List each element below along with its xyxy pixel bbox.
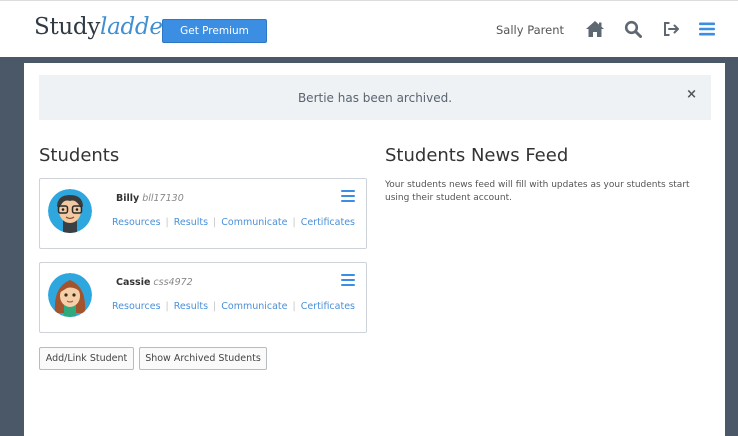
link-separator: | [292, 217, 296, 228]
alert-message: Bertie has been archived. [297, 90, 453, 105]
show-archived-students-button[interactable]: Show Archived Students [139, 347, 267, 370]
certificates-link[interactable]: Certificates [301, 301, 355, 312]
news-feed-text: Your students news feed will fill with u… [385, 180, 690, 203]
link-separator: | [292, 301, 296, 312]
student-first-name: Cassie [116, 277, 151, 288]
close-icon[interactable]: × [686, 87, 697, 102]
avatar-billy[interactable] [48, 189, 92, 233]
link-separator: | [165, 301, 169, 312]
resources-link[interactable]: Resources [112, 301, 161, 312]
menu-icon[interactable] [695, 17, 719, 41]
student-menu-icon[interactable] [341, 274, 355, 286]
student-card: Billy bll17130 Resources | Results | Commun… [39, 178, 367, 249]
user-name-link[interactable]: Sally Parent [496, 23, 564, 37]
get-premium-button[interactable]: Get Premium [162, 19, 267, 43]
student-first-name: Billy [116, 193, 140, 204]
student-name: Cassie css4972 [116, 277, 193, 288]
search-icon[interactable] [621, 17, 645, 41]
archived-alert: Bertie has been archived. × [39, 75, 711, 120]
student-links: Resources | Results | Communicate | Certifi… [112, 217, 355, 228]
student-card: Cassie css4972 Resources | Results | Commun… [39, 262, 367, 333]
communicate-link[interactable]: Communicate [221, 217, 287, 228]
link-separator: | [213, 217, 217, 228]
student-links: Resources | Results | Communicate | Certifi… [112, 301, 355, 312]
logo[interactable]: Studyladder [34, 14, 174, 40]
results-link[interactable]: Results [174, 217, 208, 228]
logo-study: Study [34, 14, 101, 40]
top-header: Studyladder Get Premium Sally Parent [0, 0, 738, 57]
student-menu-icon[interactable] [341, 190, 355, 202]
avatar-cassie[interactable] [48, 273, 92, 317]
logout-icon[interactable] [660, 17, 684, 41]
link-separator: | [165, 217, 169, 228]
student-username: css4972 [153, 277, 193, 288]
add-link-student-button[interactable]: Add/Link Student [39, 347, 134, 370]
home-icon[interactable] [583, 17, 607, 41]
students-title: Students [39, 145, 120, 166]
certificates-link[interactable]: Certificates [301, 217, 355, 228]
communicate-link[interactable]: Communicate [221, 301, 287, 312]
link-separator: | [213, 301, 217, 312]
student-username: bll17130 [142, 193, 184, 204]
resources-link[interactable]: Resources [112, 217, 161, 228]
news-feed-title: Students News Feed [385, 145, 569, 166]
results-link[interactable]: Results [174, 301, 208, 312]
student-name: Billy bll17130 [116, 193, 184, 204]
main-panel: Bertie has been archived. × Students Bil… [24, 63, 725, 436]
